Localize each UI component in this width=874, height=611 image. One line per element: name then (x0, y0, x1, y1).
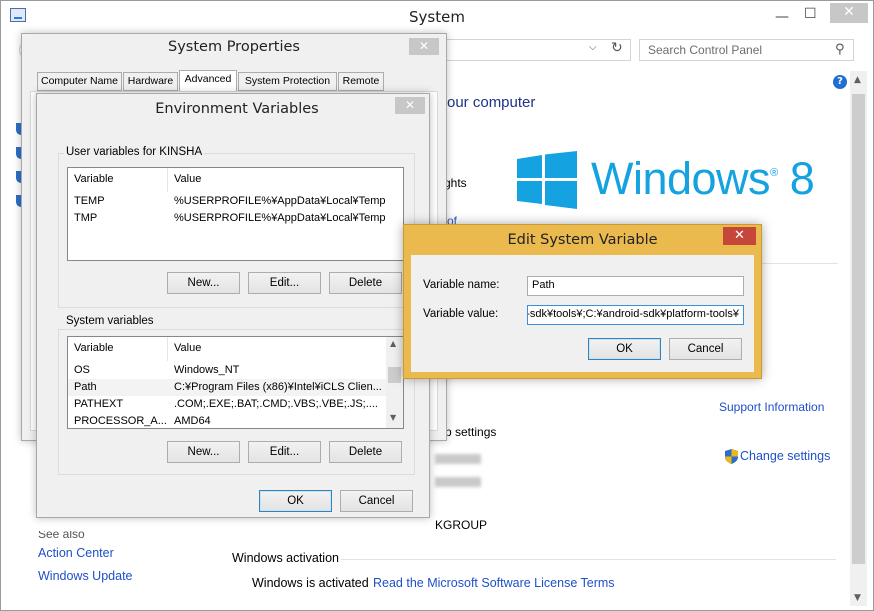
variable-value: .COM;.EXE;.BAT;.CMD;.VBS;.VBE;.JS;.... (174, 398, 378, 410)
variable-name: PROCESSOR_A... (74, 415, 167, 427)
edit-system-variable-dialog: Edit System Variable ✕ Variable name: Pa… (403, 224, 762, 379)
scroll-down-icon[interactable]: ▼ (390, 413, 396, 422)
copyright-text-partial: ghts (444, 176, 467, 190)
maximize-icon[interactable]: ☐ (804, 6, 817, 22)
minimize-icon[interactable]: — (775, 9, 789, 25)
help-icon[interactable]: ? (833, 75, 847, 89)
search-placeholder: Search Control Panel (648, 43, 763, 57)
system-properties-title: System Properties (168, 39, 300, 55)
action-center-link[interactable]: Action Center (38, 546, 114, 560)
page-heading: our computer (447, 94, 536, 111)
user-delete-button[interactable]: Delete (329, 272, 402, 294)
redacted-full-name (435, 477, 481, 487)
address-bar[interactable] (441, 39, 631, 61)
variable-value-label: Variable value: (423, 308, 499, 320)
list-scrollbar[interactable]: ▲ ▼ (386, 337, 403, 428)
variable-name: Path (74, 381, 97, 393)
license-terms-link[interactable]: Read the Microsoft Software License Term… (373, 576, 615, 590)
address-dropdown-icon[interactable]: ⌵ (589, 42, 597, 53)
ok-button[interactable]: OK (588, 338, 661, 360)
see-also-heading: See also (38, 527, 85, 541)
table-row[interactable]: OS Windows_NT (68, 362, 403, 379)
windows-update-link[interactable]: Windows Update (38, 569, 133, 583)
variable-name-label: Variable name: (423, 279, 500, 291)
system-window-title: System (409, 8, 465, 26)
windows-activation-heading: Windows activation (232, 551, 339, 565)
variable-name: TMP (74, 212, 98, 224)
system-delete-button[interactable]: Delete (329, 441, 402, 463)
change-settings-link[interactable]: Change settings (740, 449, 830, 463)
windows-logo-icon (517, 151, 577, 209)
user-edit-button[interactable]: Edit... (248, 272, 321, 294)
dialog-client-area: Variable name: Path Variable value: -sdk… (411, 255, 754, 372)
tab-advanced[interactable]: Advanced (179, 70, 237, 91)
uac-shield-icon (725, 449, 738, 464)
system-title-bar[interactable]: System — ☐ ✕ (1, 1, 873, 33)
variable-value: C:¥Program Files (x86)¥Intel¥iCLS Clien.… (174, 381, 382, 393)
variable-name: TEMP (74, 195, 105, 207)
edit-system-variable-title: Edit System Variable (507, 232, 658, 248)
user-variables-label: User variables for KINSHA (64, 146, 205, 158)
search-box[interactable]: Search Control Panel ⚲ (639, 39, 854, 61)
list-header: Variable Value (68, 337, 403, 361)
windows-logo-text: Windows® 8 (591, 153, 815, 204)
variable-value-field[interactable]: -sdk¥tools¥;C:¥android-sdk¥platform-tool… (527, 305, 744, 325)
refresh-icon[interactable]: ↻ (611, 40, 623, 56)
variable-value: AMD64 (174, 415, 211, 427)
system-close-button[interactable]: ✕ (830, 3, 868, 23)
scroll-down-icon[interactable]: ▼ (854, 593, 861, 603)
tab-system-protection[interactable]: System Protection (238, 72, 337, 91)
redacted-computer-name (435, 454, 481, 464)
tab-computer-name[interactable]: Computer Name (37, 72, 122, 91)
variable-name: OS (74, 364, 90, 376)
table-row-selected[interactable]: Path C:¥Program Files (x86)¥Intel¥iCLS C… (68, 379, 403, 396)
section-heading-partial: p settings (445, 425, 497, 439)
user-new-button[interactable]: New... (167, 272, 240, 294)
environment-variables-title: Environment Variables (155, 101, 319, 117)
column-header-value[interactable]: Value (174, 342, 201, 354)
column-header-variable[interactable]: Variable (74, 173, 114, 185)
close-icon[interactable]: ✕ (409, 38, 439, 55)
scroll-thumb[interactable] (388, 367, 401, 383)
variable-value: %USERPROFILE%¥AppData¥Local¥Temp (174, 212, 386, 224)
tab-hardware[interactable]: Hardware (123, 72, 178, 91)
column-header-value[interactable]: Value (174, 173, 201, 185)
scroll-thumb[interactable] (852, 94, 865, 564)
ok-button[interactable]: OK (259, 490, 332, 512)
table-row[interactable]: PROCESSOR_A... AMD64 (68, 413, 403, 428)
close-icon[interactable]: ✕ (395, 97, 425, 114)
system-variables-list[interactable]: Variable Value OS Windows_NT Path C:¥Pro… (67, 336, 404, 429)
list-header: Variable Value (68, 168, 403, 192)
environment-variables-dialog: Environment Variables ✕ User variables f… (36, 93, 430, 518)
workgroup-value-partial: KGROUP (435, 518, 488, 532)
system-edit-button[interactable]: Edit... (248, 441, 321, 463)
system-new-button[interactable]: New... (167, 441, 240, 463)
table-row[interactable]: PATHEXT .COM;.EXE;.BAT;.CMD;.VBS;.VBE;.J… (68, 396, 403, 413)
cancel-button[interactable]: Cancel (669, 338, 742, 360)
support-information-link[interactable]: Support Information (719, 400, 824, 414)
variable-name: PATHEXT (74, 398, 124, 410)
close-icon[interactable]: ✕ (723, 227, 756, 245)
table-row[interactable]: TMP %USERPROFILE%¥AppData¥Local¥Temp (68, 210, 403, 227)
scroll-up-icon[interactable]: ▲ (390, 339, 396, 348)
divider (341, 559, 836, 560)
user-variables-list[interactable]: Variable Value TEMP %USERPROFILE%¥AppDat… (67, 167, 404, 261)
system-variables-label: System variables (64, 315, 156, 327)
search-icon[interactable]: ⚲ (835, 42, 845, 57)
tab-remote[interactable]: Remote (338, 72, 384, 91)
variable-value: %USERPROFILE%¥AppData¥Local¥Temp (174, 195, 386, 207)
variable-name-field[interactable]: Path (527, 276, 744, 296)
scroll-up-icon[interactable]: ▲ (854, 75, 861, 85)
variable-value: Windows_NT (174, 364, 240, 376)
activation-status: Windows is activated (252, 576, 369, 590)
cancel-button[interactable]: Cancel (340, 490, 413, 512)
column-header-variable[interactable]: Variable (74, 342, 114, 354)
table-row[interactable]: TEMP %USERPROFILE%¥AppData¥Local¥Temp (68, 193, 403, 210)
